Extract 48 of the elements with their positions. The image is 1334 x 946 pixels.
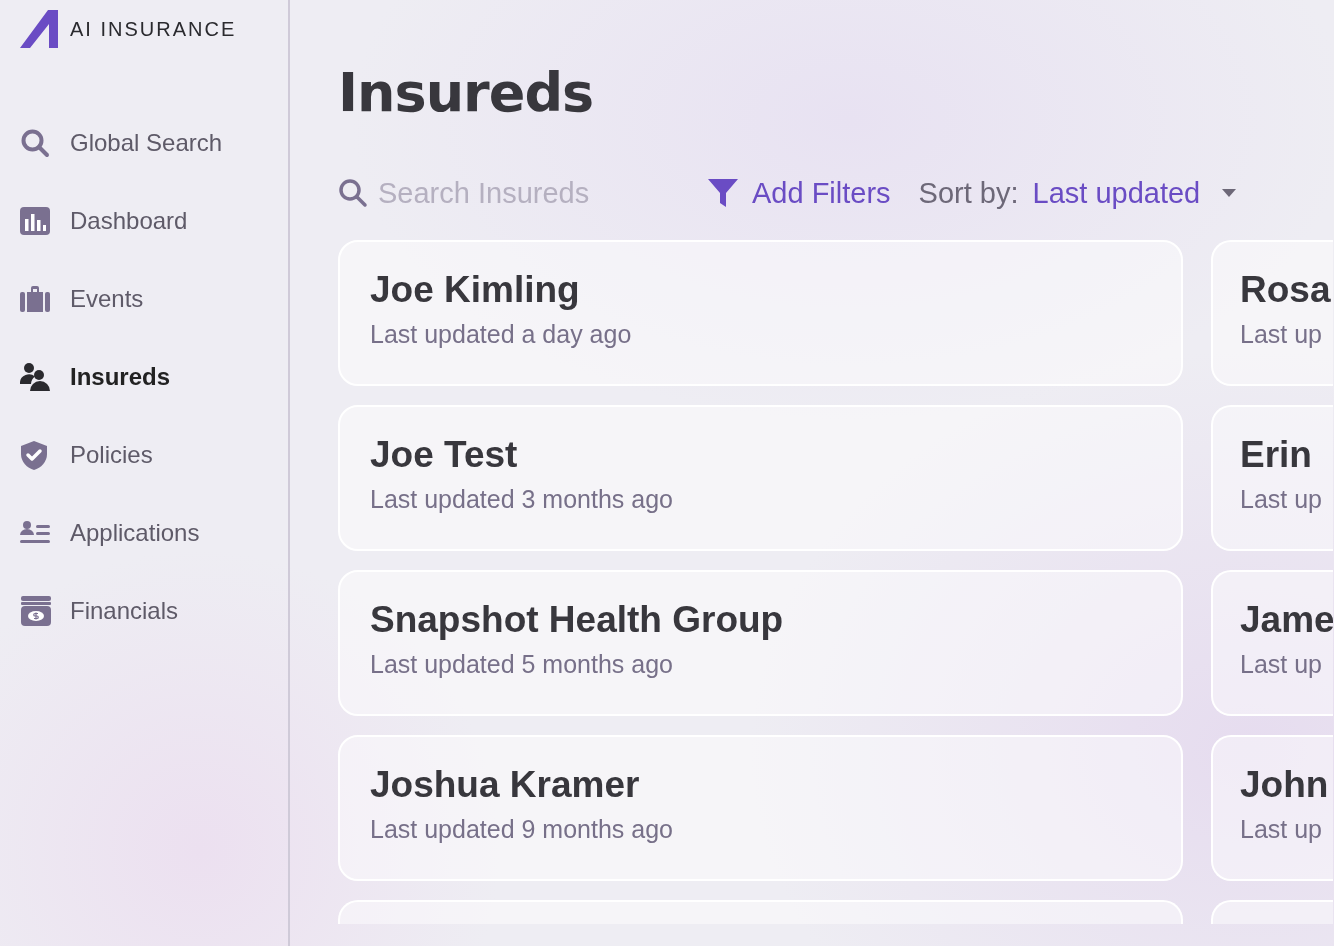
insured-name: Snapshot Health Group (370, 598, 785, 642)
sort-dropdown[interactable]: Last updated (1032, 176, 1237, 210)
insured-name: Joe Test (370, 433, 519, 477)
last-updated-text: Last updated 5 months ago (370, 650, 674, 679)
sidebar-item[interactable]: Policies (0, 416, 288, 494)
sort-label: Sort by: (918, 176, 1019, 210)
insured-name: Joshua Kramer (370, 763, 641, 807)
insured-card[interactable]: Snapshot Health Group Last updated 5 months ago (338, 570, 1183, 716)
caret-icon (1222, 189, 1237, 197)
insured-card[interactable]: Rosa Last up (1211, 240, 1333, 386)
insured-name: Rosa (1240, 268, 1332, 312)
insured-card[interactable]: Erin Last up (1211, 405, 1333, 551)
last-updated-text: Last updated 9 months ago (370, 815, 674, 844)
sidebar-item[interactable]: Global Search (0, 104, 288, 182)
sidebar-item[interactable]: Dashboard (0, 182, 288, 260)
bar-chart-icon (20, 207, 50, 235)
insured-name: Joe Kimling (370, 268, 581, 312)
id-list-icon (20, 520, 50, 546)
insured-card[interactable]: Joe Test Last updated 3 months ago (338, 405, 1183, 551)
filter-icon (708, 178, 738, 208)
money-card-icon (20, 596, 52, 626)
insured-name: John (1240, 763, 1330, 807)
last-updated-text: Last updated a day ago (370, 320, 633, 349)
logo-icon (20, 10, 58, 48)
search-icon (20, 128, 50, 158)
briefcase-icon (20, 285, 50, 313)
sidebar-item[interactable]: Financials (0, 572, 288, 650)
last-updated-text: Last updated 3 months ago (370, 485, 674, 514)
add-filters-button[interactable]: Add Filters (708, 176, 891, 210)
search-field[interactable]: Search Insureds (338, 176, 708, 210)
insured-card[interactable]: Joe Kimling Last updated a day ago (338, 240, 1183, 386)
last-updated-text: Last up (1240, 320, 1323, 349)
sidebar-item[interactable]: Events (0, 260, 288, 338)
shield-check-icon (20, 440, 48, 470)
brand-name: AI INSURANCE (70, 18, 237, 41)
sidebar-item[interactable]: Insureds (0, 338, 288, 416)
insured-card[interactable]: John Last up (1211, 735, 1333, 881)
last-updated-text: Last up (1240, 485, 1323, 514)
insured-name: Jame (1240, 598, 1333, 642)
insured-card[interactable]: Jame Last up (1211, 570, 1333, 716)
insured-name: Erin (1240, 433, 1313, 477)
insured-card[interactable]: Joshua Kramer Last updated 9 months ago (338, 735, 1183, 881)
page-title: Insureds (338, 60, 594, 126)
last-updated-text: Last up (1240, 815, 1323, 844)
last-updated-text: Last up (1240, 650, 1323, 679)
sidebar-item[interactable]: Applications (0, 494, 288, 572)
search-icon (338, 178, 368, 208)
people-icon (20, 362, 50, 392)
